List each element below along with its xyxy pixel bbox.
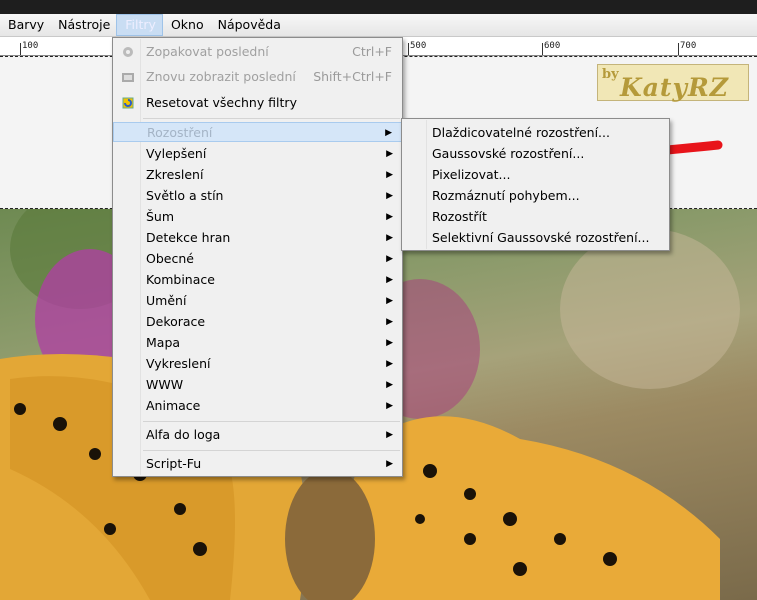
reset-icon [122, 97, 134, 109]
submenu-arrow-icon: ▶ [386, 401, 393, 411]
submenu-arrow-icon: ▶ [386, 459, 393, 469]
menu-item-enhance[interactable]: Vylepšení ▶ [113, 144, 402, 164]
menu-item-decor[interactable]: Dekorace ▶ [113, 312, 402, 332]
gaussian-blur-item[interactable]: Gaussovské rozostření... [402, 143, 669, 164]
menu-item-combine[interactable]: Kombinace ▶ [113, 270, 402, 290]
menu-tools[interactable]: Nástroje [50, 14, 116, 36]
ruler-tick-label: 700 [680, 41, 697, 51]
submenu-arrow-icon: ▶ [385, 128, 392, 138]
menu-item-artistic[interactable]: Umění ▶ [113, 291, 402, 311]
repeat-icon [123, 47, 133, 57]
submenu-arrow-icon: ▶ [386, 212, 393, 222]
repeat-last-item[interactable]: Zopakovat poslední Ctrl+F [113, 42, 402, 62]
pixelize-item[interactable]: Pixelizovat... [402, 164, 669, 185]
selective-gaussian-blur-item[interactable]: Selektivní Gaussovské rozostření... [402, 227, 669, 248]
blur-item[interactable]: Rozostřít [402, 206, 669, 227]
menu-colors[interactable]: Barvy [0, 14, 50, 36]
ruler-tick-label: 500 [410, 41, 427, 51]
blur-submenu: Dlaždicovatelné rozostření... Gaussovské… [401, 118, 670, 251]
submenu-arrow-icon: ▶ [386, 359, 393, 369]
menu-item-web[interactable]: WWW ▶ [113, 375, 402, 395]
menu-item-animation[interactable]: Animace ▶ [113, 396, 402, 416]
menu-item-distorts[interactable]: Zkreslení ▶ [113, 165, 402, 185]
submenu-arrow-icon: ▶ [386, 170, 393, 180]
reshow-last-item[interactable]: Znovu zobrazit poslední Shift+Ctrl+F [113, 67, 402, 87]
ruler-tick-label: 600 [544, 41, 561, 51]
submenu-arrow-icon: ▶ [386, 233, 393, 243]
submenu-arrow-icon: ▶ [386, 254, 393, 264]
menu-separator [143, 421, 400, 422]
menu-item-light-shadow[interactable]: Světlo a stín ▶ [113, 186, 402, 206]
menu-separator [143, 118, 400, 119]
submenu-arrow-icon: ▶ [386, 296, 393, 306]
tileable-blur-item[interactable]: Dlaždicovatelné rozostření... [402, 122, 669, 143]
window-top-strip [0, 0, 757, 14]
menu-windows[interactable]: Okno [163, 14, 210, 36]
logo-name: KatyRZ [620, 73, 730, 102]
menu-item-render[interactable]: Vykreslení ▶ [113, 354, 402, 374]
menu-item-generic[interactable]: Obecné ▶ [113, 249, 402, 269]
ruler-tick [408, 43, 409, 55]
submenu-arrow-icon: ▶ [386, 149, 393, 159]
motion-blur-item[interactable]: Rozmáznutí pohybem... [402, 185, 669, 206]
ruler-tick-label: 100 [22, 41, 39, 51]
menu-filters[interactable]: Filtry [116, 14, 163, 36]
submenu-arrow-icon: ▶ [386, 317, 393, 327]
submenu-arrow-icon: ▶ [386, 338, 393, 348]
menu-item-alpha-to-logo[interactable]: Alfa do loga ▶ [113, 425, 402, 445]
katyrz-logo: by KatyRZ [597, 64, 749, 102]
menu-item-edge-detect[interactable]: Detekce hran ▶ [113, 228, 402, 248]
menu-separator [143, 450, 400, 451]
filters-menu: Zopakovat poslední Ctrl+F Znovu zobrazit… [112, 37, 403, 477]
submenu-arrow-icon: ▶ [386, 430, 393, 440]
reset-all-filters-item[interactable]: Resetovat všechny filtry [113, 93, 402, 113]
menu-item-map[interactable]: Mapa ▶ [113, 333, 402, 353]
submenu-arrow-icon: ▶ [386, 380, 393, 390]
ruler-tick [20, 43, 21, 55]
logo-by: by [602, 67, 619, 82]
submenu-arrow-icon: ▶ [386, 275, 393, 285]
ruler-tick [678, 43, 679, 55]
ruler-tick [542, 43, 543, 55]
menu-item-blur[interactable]: Rozostření ▶ [113, 122, 402, 142]
menubar: Barvy Nástroje Filtry Okno Nápověda [0, 14, 757, 37]
reshow-icon [122, 73, 134, 82]
menu-help[interactable]: Nápověda [210, 14, 287, 36]
menu-item-noise[interactable]: Šum ▶ [113, 207, 402, 227]
submenu-arrow-icon: ▶ [386, 191, 393, 201]
menu-item-script-fu[interactable]: Script-Fu ▶ [113, 454, 402, 474]
